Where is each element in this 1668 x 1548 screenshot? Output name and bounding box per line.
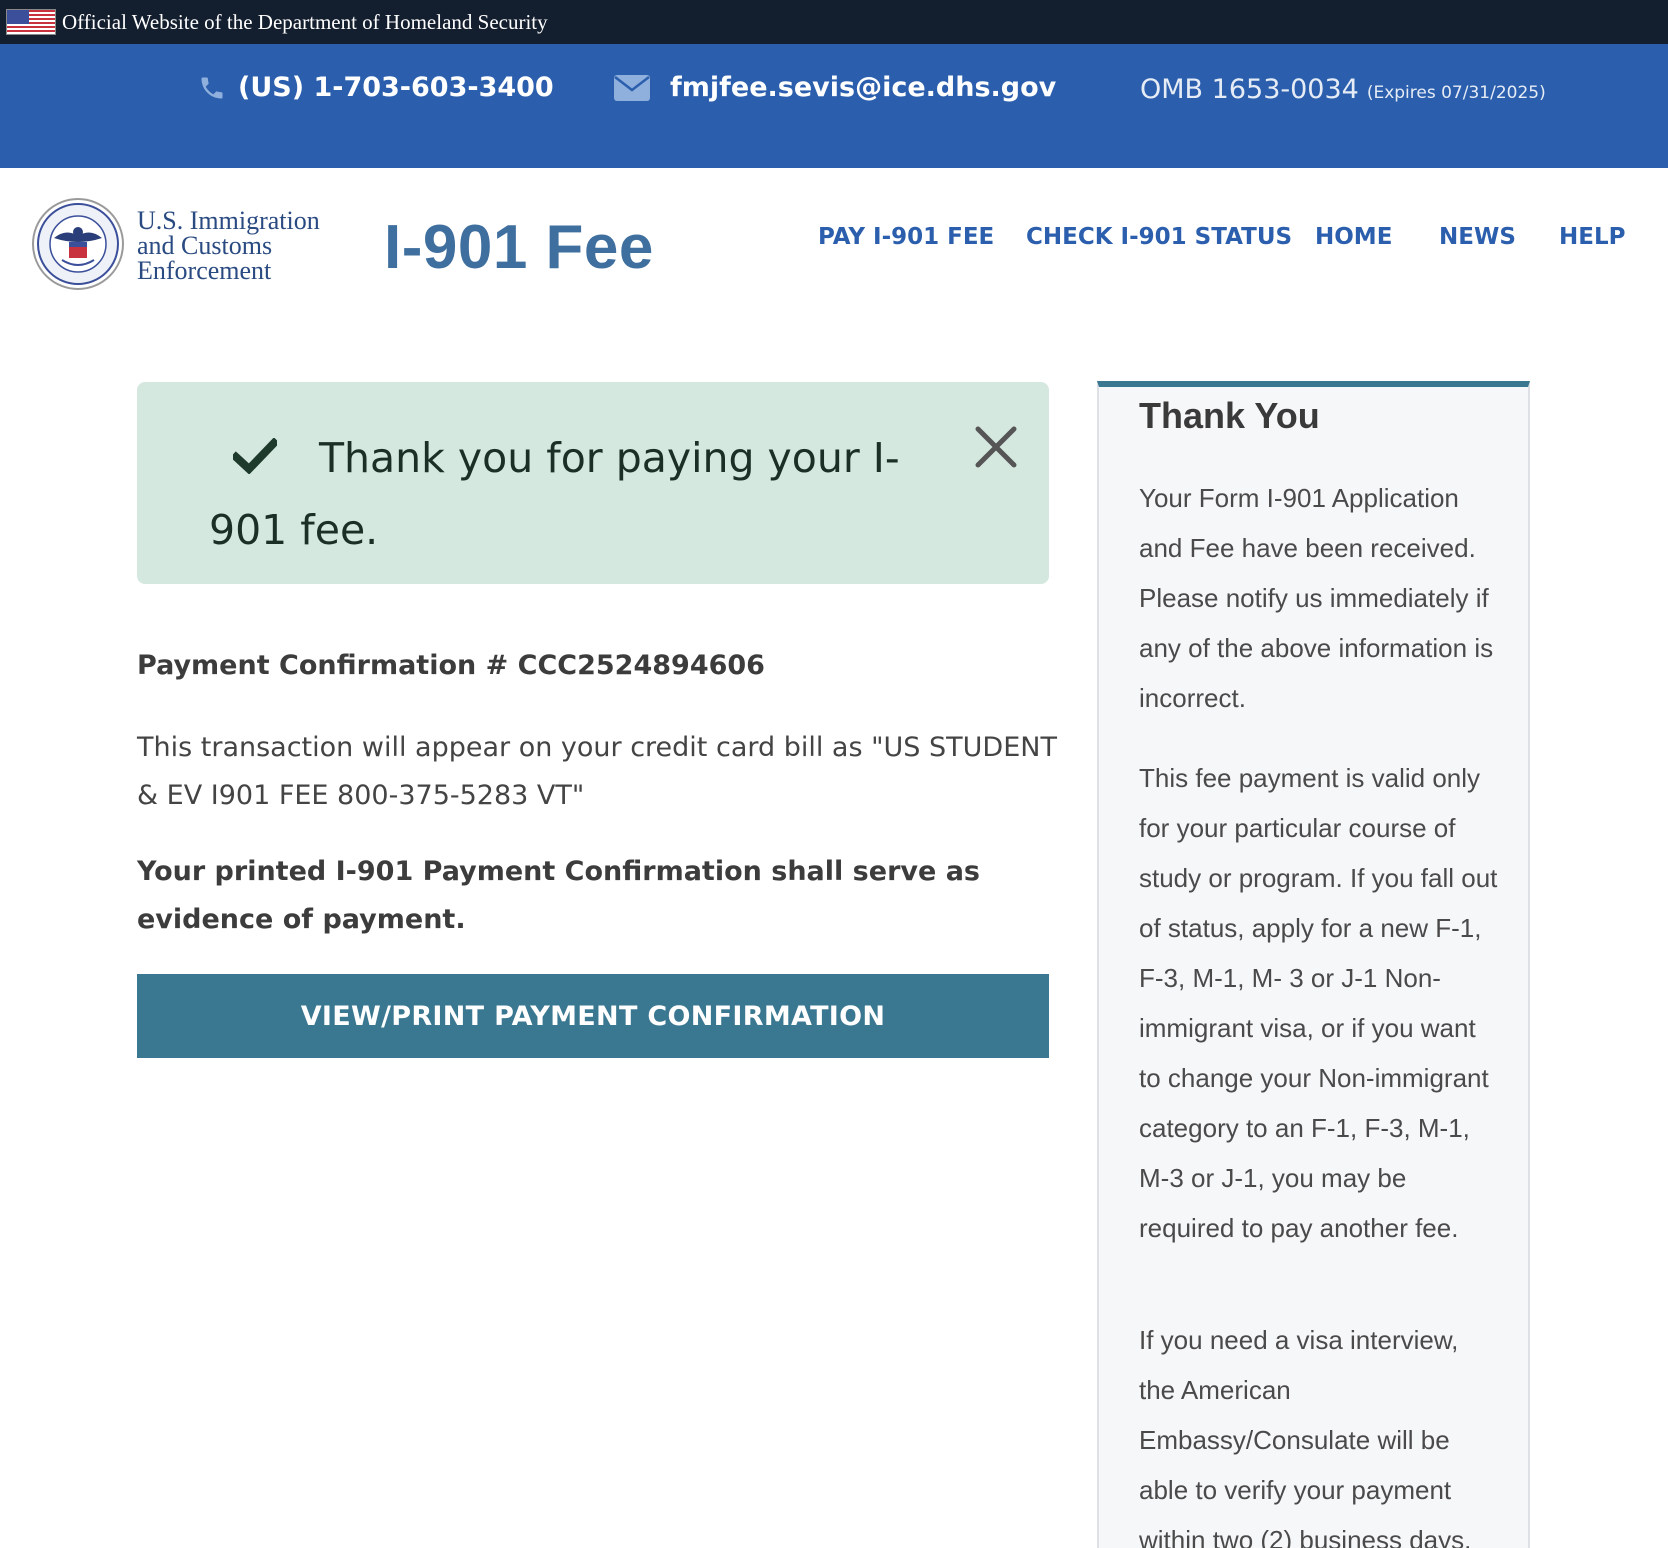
payment-confirmation-number: Payment Confirmation # CCC2524894606 bbox=[137, 650, 765, 681]
phone-number: (US) 1-703-603-3400 bbox=[238, 72, 554, 103]
gov-banner-text: Official Website of the Department of Ho… bbox=[62, 9, 548, 34]
success-alert: Thank you for paying your I-901 fee. bbox=[137, 382, 1049, 584]
nav-help[interactable]: HELP bbox=[1559, 224, 1625, 250]
envelope-icon bbox=[614, 74, 650, 101]
agency-name-line2: and Customs bbox=[137, 231, 273, 260]
dhs-seal-logo[interactable] bbox=[32, 198, 124, 290]
contact-phone[interactable]: (US) 1-703-603-3400 bbox=[198, 72, 554, 103]
agency-name: U.S. Immigration and Customs Enforcement bbox=[137, 206, 320, 285]
sidebar-paragraph-received: Your Form I-901 Application and Fee have… bbox=[1139, 483, 1494, 713]
view-print-confirmation-button[interactable]: VIEW/PRINT PAYMENT CONFIRMATION bbox=[137, 974, 1049, 1058]
evidence-note: Your printed I-901 Payment Confirmation … bbox=[137, 856, 980, 935]
site-title[interactable]: I-901 Fee bbox=[384, 212, 654, 283]
site-header: U.S. Immigration and Customs Enforcement… bbox=[0, 168, 1668, 318]
transaction-note: This transaction will appear on your cre… bbox=[137, 732, 1057, 811]
nav-check-status[interactable]: CHECK I-901 STATUS bbox=[1026, 224, 1292, 250]
agency-name-line3: Enforcement bbox=[137, 256, 272, 285]
omb-info: OMB 1653-0034 (Expires 07/31/2025) bbox=[1140, 74, 1546, 105]
omb-number: OMB 1653-0034 bbox=[1140, 74, 1359, 105]
sidebar-title: Thank You bbox=[1139, 395, 1320, 436]
email-address: fmjfee.sevis@ice.dhs.gov bbox=[670, 72, 1057, 103]
contact-bar: (US) 1-703-603-3400 fmjfee.sevis@ice.dhs… bbox=[0, 44, 1668, 168]
nav-pay-fee[interactable]: PAY I-901 FEE bbox=[818, 224, 994, 250]
phone-icon bbox=[201, 77, 223, 98]
thank-you-sidebar: Thank You Your Form I-901 Application an… bbox=[1097, 381, 1530, 1548]
agency-name-line1: U.S. Immigration bbox=[137, 206, 320, 235]
nav-home[interactable]: HOME bbox=[1315, 224, 1392, 250]
success-message: Thank you for paying your I-901 fee. bbox=[209, 434, 900, 554]
omb-expiration: (Expires 07/31/2025) bbox=[1366, 82, 1546, 103]
gov-banner: Official Website of the Department of Ho… bbox=[0, 0, 1668, 44]
nav-news[interactable]: NEWS bbox=[1439, 224, 1516, 250]
close-icon[interactable] bbox=[973, 424, 1019, 470]
us-flag-icon bbox=[6, 9, 56, 35]
sidebar-paragraph-visa: If you need a visa interview, the Americ… bbox=[1139, 1325, 1472, 1548]
sidebar-paragraph-validity: This fee payment is valid only for your … bbox=[1139, 763, 1498, 1243]
contact-email[interactable]: fmjfee.sevis@ice.dhs.gov bbox=[614, 72, 1056, 103]
